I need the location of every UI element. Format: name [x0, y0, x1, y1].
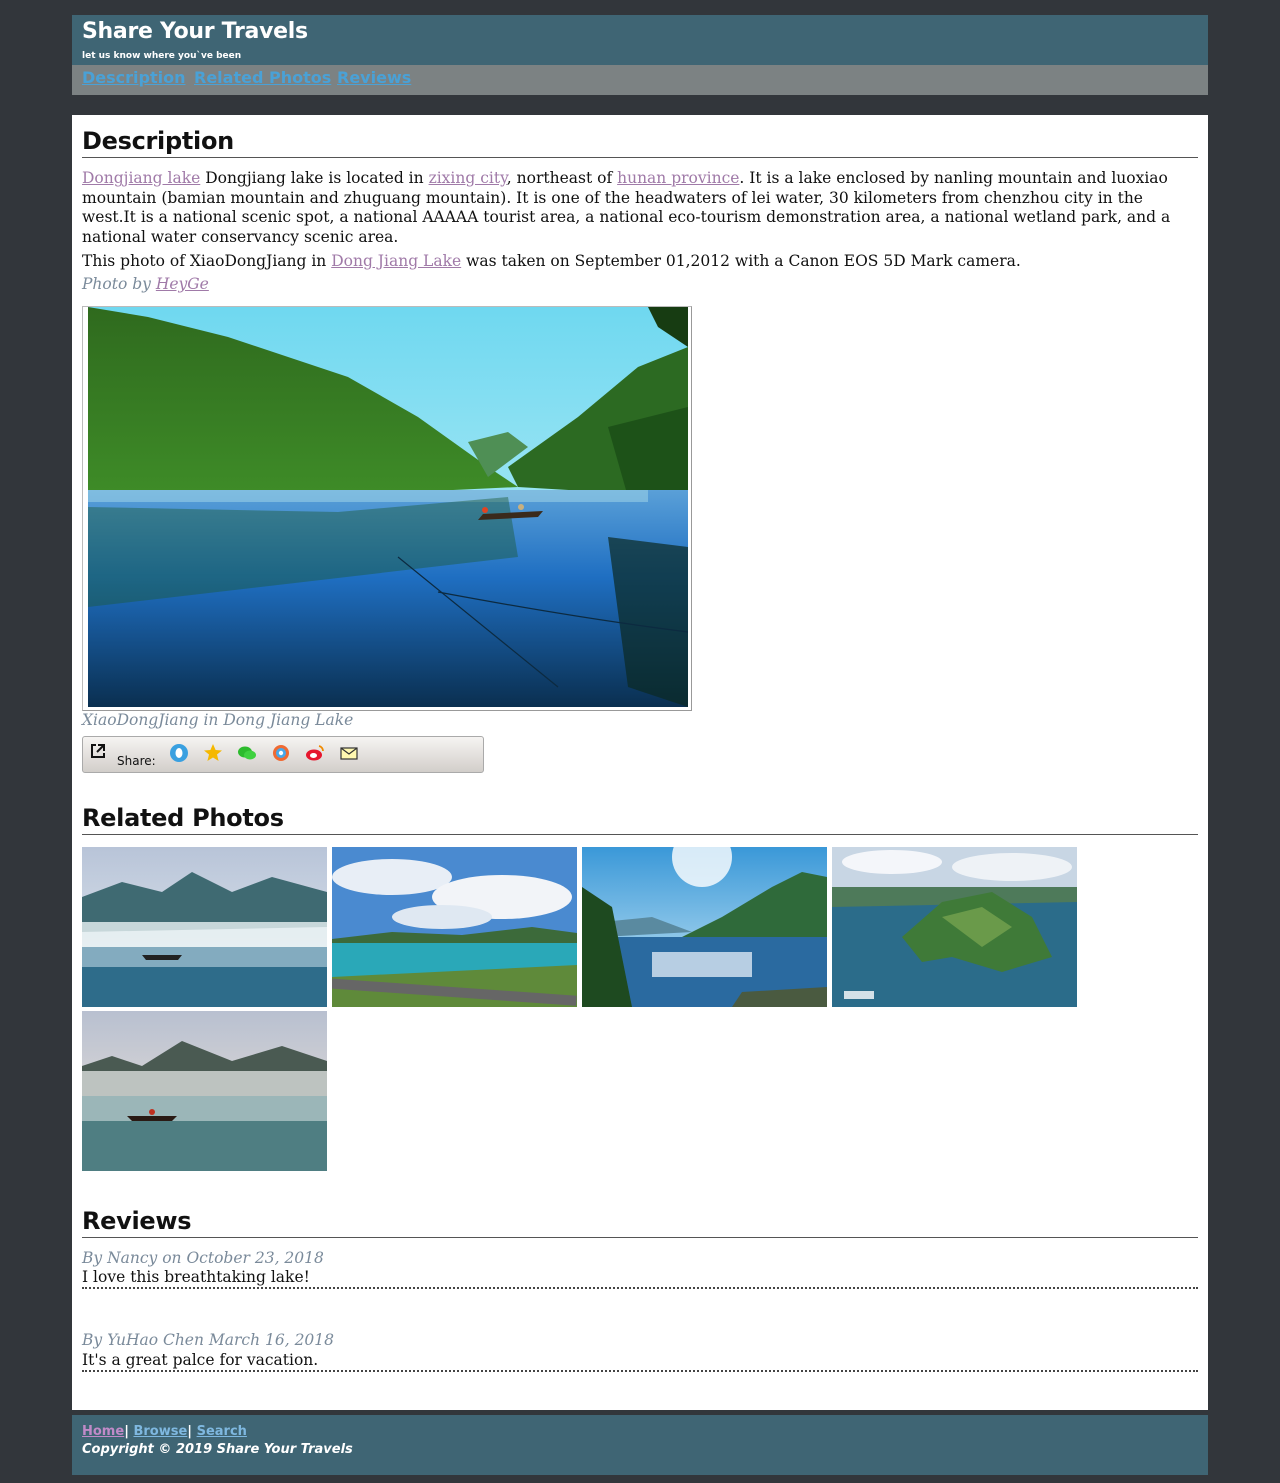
- description-paragraph: Dongjiang lake Dongjiang lake is located…: [82, 169, 1182, 247]
- main-nav: Description Related Photos Reviews: [72, 65, 1208, 95]
- review-text: It's a great palce for vacation.: [82, 1351, 1198, 1372]
- weibo-icon[interactable]: [305, 743, 325, 763]
- reviews-heading: Reviews: [82, 1207, 1198, 1238]
- footer-copyright: Copyright © 2019 Share Your Travels: [82, 1442, 353, 1457]
- share-label: Share:: [117, 754, 156, 768]
- footer-link-browse[interactable]: Browse: [133, 1424, 187, 1439]
- footer-separator: |: [124, 1424, 129, 1439]
- nav-link-reviews[interactable]: Reviews: [337, 68, 411, 87]
- footer-link-search[interactable]: Search: [197, 1424, 247, 1439]
- review-meta: By YuHao Chen March 16, 2018: [82, 1331, 335, 1349]
- link-zixing-city[interactable]: zixing city: [429, 169, 507, 187]
- link-photographer[interactable]: HeyGe: [156, 275, 209, 293]
- description-heading: Description: [82, 127, 1198, 158]
- description-text-1: Dongjiang lake is located in: [200, 169, 429, 187]
- related-photo-aerial-island[interactable]: [832, 847, 1077, 1007]
- share-bar: Share:: [82, 736, 484, 773]
- related-photo-lake-shore[interactable]: [332, 847, 577, 1007]
- photo-info-text-2: was taken on September 01,2012 with a Ca…: [461, 252, 1021, 270]
- share-open-icon[interactable]: [90, 743, 106, 759]
- description-text-2: , northeast of: [506, 169, 618, 187]
- photo-info-paragraph: This photo of XiaoDongJiang in Dong Jian…: [82, 252, 1182, 272]
- related-photo-misty-lake[interactable]: [82, 847, 327, 1007]
- related-photo-sunlit-valley[interactable]: [582, 847, 827, 1007]
- link-hunan-province[interactable]: hunan province: [617, 169, 739, 187]
- related-photos-heading: Related Photos: [82, 804, 1198, 835]
- main-content: Description Dongjiang lake Dongjiang lak…: [72, 115, 1208, 1410]
- footer-links: Home| Browse| Search: [82, 1424, 247, 1439]
- qq-icon[interactable]: [169, 743, 189, 763]
- site-footer: Home| Browse| Search Copyright © 2019 Sh…: [72, 1415, 1208, 1475]
- qzone-star-icon[interactable]: [203, 743, 223, 763]
- link-dong-jiang-lake[interactable]: Dong Jiang Lake: [331, 252, 461, 270]
- footer-separator: |: [187, 1424, 193, 1439]
- photo-caption: XiaoDongJiang in Dong Jiang Lake: [82, 711, 354, 729]
- wechat-icon[interactable]: [237, 743, 257, 763]
- email-icon[interactable]: [339, 743, 359, 763]
- photo-credit: Photo by HeyGe: [82, 275, 209, 293]
- main-photo-frame: [82, 306, 692, 711]
- site-tagline: let us know where you`ve been: [82, 51, 242, 61]
- photo-info-text-1: This photo of XiaoDongJiang in: [82, 252, 332, 270]
- review-text: I love this breathtaking lake!: [82, 1268, 1198, 1289]
- main-lake-photo: [88, 307, 688, 707]
- nav-link-related-photos[interactable]: Related Photos: [194, 68, 331, 87]
- site-title: Share Your Travels: [82, 19, 308, 44]
- pengyou-icon[interactable]: [271, 743, 291, 763]
- site-header: Share Your Travels let us know where you…: [72, 15, 1208, 65]
- nav-link-description[interactable]: Description: [82, 68, 185, 87]
- review-meta: By Nancy on October 23, 2018: [82, 1249, 324, 1267]
- credit-prefix: Photo by: [82, 275, 156, 293]
- link-dongjiang-lake[interactable]: Dongjiang lake: [82, 169, 200, 187]
- related-photo-foggy-boat[interactable]: [82, 1011, 327, 1171]
- footer-link-home[interactable]: Home: [82, 1424, 124, 1439]
